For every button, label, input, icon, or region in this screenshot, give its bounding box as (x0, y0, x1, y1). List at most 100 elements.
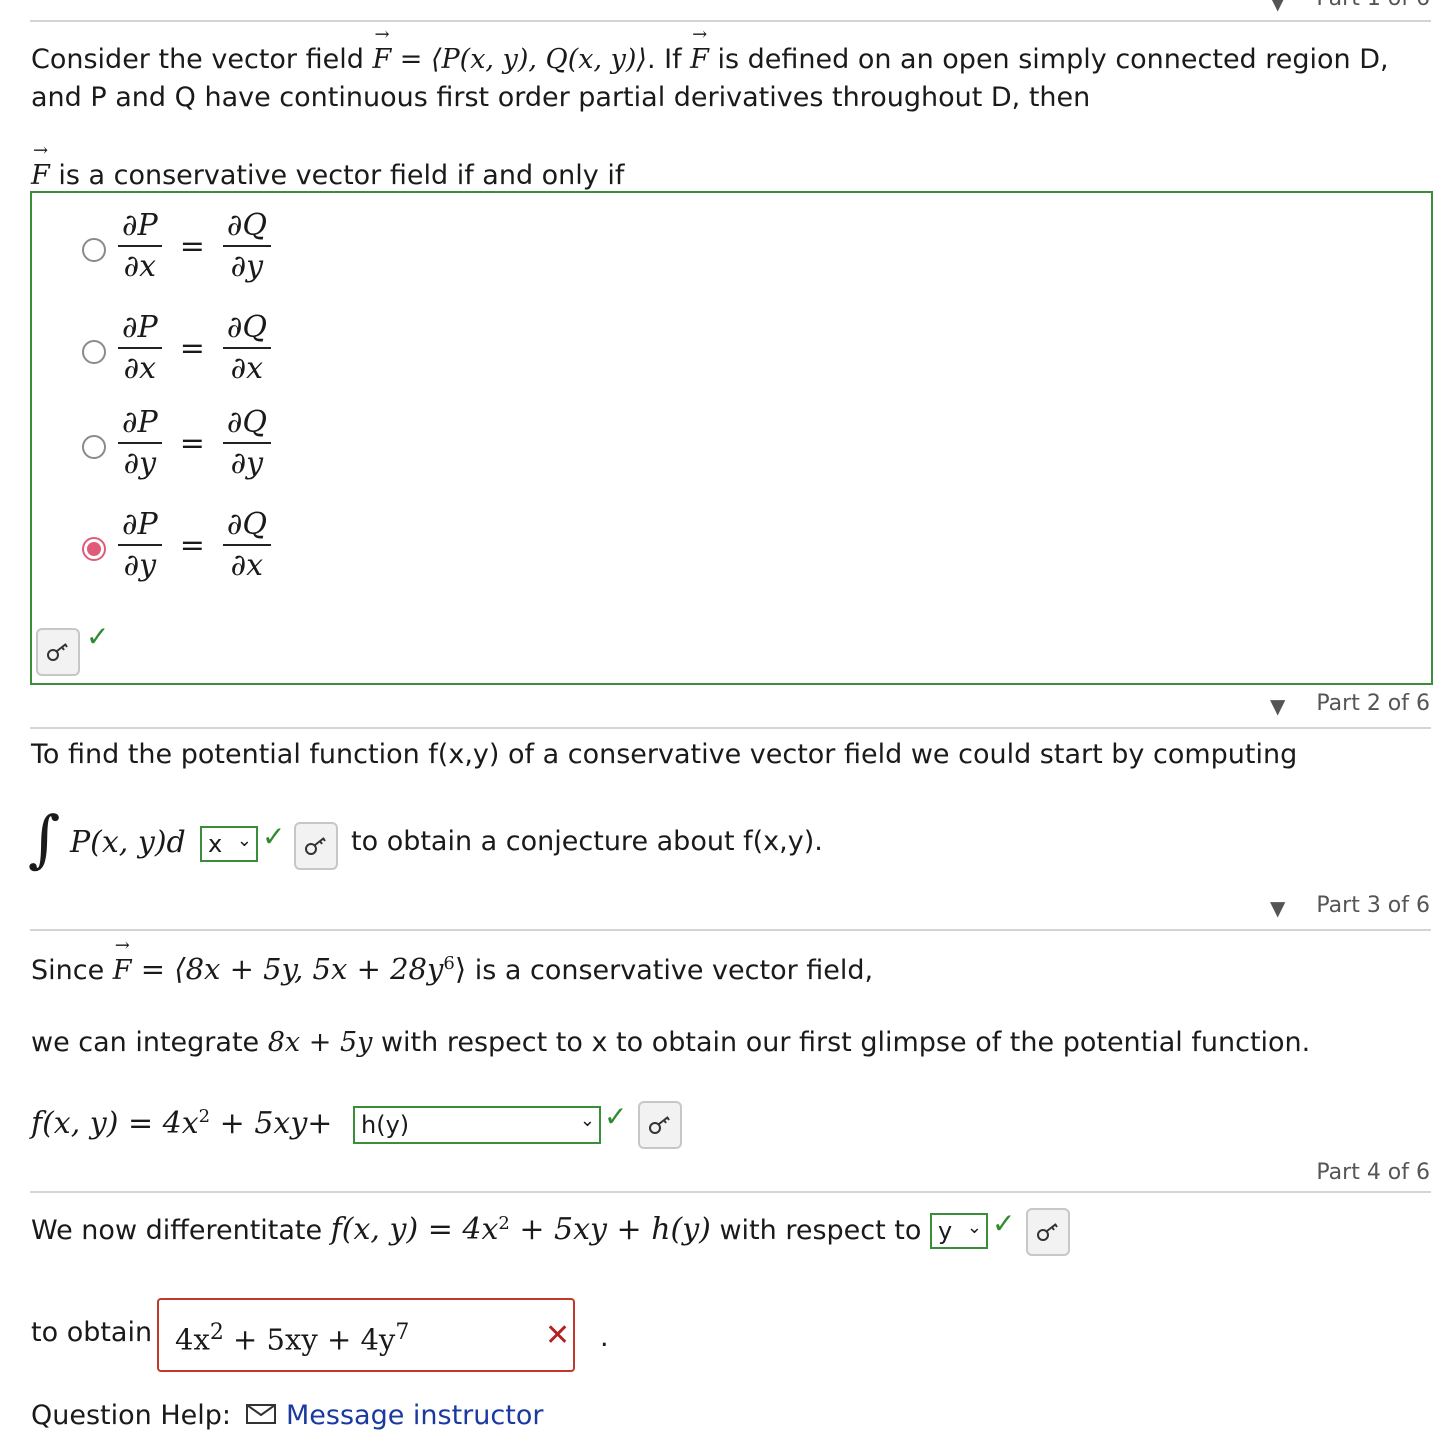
potential-function-expression: f(x, y) = 4x2 + 5xy+ (31, 1106, 332, 1141)
part-1-intro-line-2: and P and Q have continuous first order … (31, 82, 1091, 113)
answer-part: + 5xy + 4y (223, 1322, 396, 1357)
equals-sign: = (179, 330, 205, 366)
part-1-header: Part 1 of 6 (1316, 0, 1430, 11)
expr-part: + 5xy+ (210, 1106, 333, 1141)
option-3-radio[interactable] (82, 435, 106, 459)
line-text: we can integrate (31, 1027, 268, 1058)
exponent: 2 (498, 1213, 510, 1234)
divider (30, 727, 1431, 729)
check-icon: ✓ (992, 1207, 1016, 1240)
show-answer-key-button[interactable] (638, 1101, 682, 1149)
chevron-down-icon: ⌄ (966, 1217, 982, 1238)
vector-f: F (31, 140, 50, 191)
collapse-triangle-icon[interactable]: ▼ (1270, 694, 1285, 718)
fraction-numerator: ∂P (118, 405, 162, 444)
option-1-equation: ∂P ∂x = ∂Q ∂y (118, 208, 271, 284)
part-4-text: We now differentitate f(x, y) = 4x2 + 5x… (31, 1212, 921, 1247)
chevron-down-icon: ⌄ (579, 1110, 595, 1131)
incorrect-cross-icon: ✕ (545, 1318, 571, 1353)
condition-label: F is a conservative vector field if and … (31, 140, 624, 191)
show-answer-key-button[interactable] (1026, 1208, 1070, 1256)
fraction-denominator: ∂x (230, 351, 264, 386)
option-1-radio[interactable] (82, 238, 106, 262)
part-3-line-2: we can integrate 8x + 5y with respect to… (31, 1027, 1310, 1058)
intro-text: . If (646, 44, 691, 75)
check-icon: ✓ (262, 820, 286, 853)
integrand: P(x, y)d (70, 825, 186, 860)
field-expression: = ⟨P(x, y), Q(x, y)⟩ (391, 44, 647, 75)
fraction-denominator: ∂y (123, 548, 157, 583)
part-2-after-text: to obtain a conjecture about f(x,y). (351, 826, 823, 857)
part-4-header: Part 4 of 6 (1316, 1160, 1430, 1185)
vector-f: F (690, 24, 709, 75)
fraction-numerator: ∂Q (222, 405, 271, 444)
text-part: with respect to (710, 1215, 922, 1246)
part-3-since-line: Since F = ⟨8x + 5y, 5x + 28y6⟩ is a cons… (31, 935, 874, 986)
text-part: We now differentitate (31, 1215, 331, 1246)
option-4-radio[interactable] (82, 537, 106, 561)
fraction-denominator: ∂x (123, 351, 157, 386)
part-1-intro-line-1: Consider the vector field F = ⟨P(x, y), … (31, 24, 1389, 75)
part-2-header: Part 2 of 6 (1316, 691, 1430, 716)
collapse-triangle-icon[interactable]: ▼ (1270, 896, 1285, 920)
exponent: 2 (209, 1320, 224, 1345)
divider (30, 20, 1431, 22)
function-select-value: h(y) (361, 1111, 410, 1139)
key-icon (305, 837, 326, 855)
option-2-radio[interactable] (82, 340, 106, 364)
part-2-text: To find the potential function f(x,y) of… (31, 739, 1298, 770)
fraction-numerator: ∂Q (222, 208, 271, 247)
period: . (600, 1322, 609, 1353)
variable-select-value: y (938, 1217, 953, 1245)
show-answer-key-button[interactable] (294, 822, 338, 870)
integral-sign: ∫ (28, 802, 61, 875)
expr-part: + 5xy + h(y) (509, 1212, 711, 1247)
variable-select[interactable]: x ⌄ (200, 826, 258, 862)
since-after-text: is a conservative vector field, (466, 955, 874, 986)
fraction-denominator: ∂y (230, 249, 264, 284)
check-icon: ✓ (604, 1100, 628, 1133)
divider (30, 1191, 1431, 1193)
key-icon (1037, 1223, 1058, 1241)
equals-sign: = (179, 228, 205, 264)
function-select[interactable]: h(y) ⌄ (353, 1106, 601, 1144)
vector-f: F (113, 935, 132, 986)
fraction-numerator: ∂P (118, 208, 162, 247)
exponent: 2 (198, 1106, 211, 1127)
variable-select[interactable]: y ⌄ (930, 1213, 988, 1249)
bracket: ⟩ (454, 952, 467, 986)
fraction-denominator: ∂x (230, 548, 264, 583)
part-3-header: Part 3 of 6 (1316, 893, 1430, 918)
integrand-expression: 8x + 5y (267, 1027, 373, 1058)
exponent: 6 (443, 953, 455, 974)
fraction-denominator: ∂y (230, 446, 264, 481)
fraction-denominator: ∂y (123, 446, 157, 481)
equals-sign: = (179, 527, 205, 563)
expr-part: f(x, y) = 4x (330, 1212, 499, 1247)
collapse-triangle-icon[interactable]: ▼ (1270, 0, 1285, 14)
to-obtain-label: to obtain (31, 1317, 153, 1348)
key-icon (649, 1116, 670, 1134)
field-expression: = ⟨8x + 5y, 5x + 28y (131, 952, 444, 986)
answer-part: 4x (175, 1322, 210, 1357)
variable-select-value: x (208, 830, 223, 858)
option-2-equation: ∂P ∂x = ∂Q ∂x (118, 310, 271, 386)
check-icon: ✓ (86, 620, 110, 653)
chevron-down-icon: ⌄ (236, 830, 252, 851)
option-4-equation: ∂P ∂y = ∂Q ∂x (118, 507, 271, 583)
exponent: 7 (395, 1320, 410, 1345)
vector-f: F (372, 24, 391, 75)
answer-input[interactable]: 4x2 + 5xy + 4y7 ✕ (157, 1298, 575, 1372)
fraction-numerator: ∂P (118, 310, 162, 349)
intro-text: Consider the vector field (31, 44, 373, 75)
since-text: Since (31, 955, 113, 986)
expr-part: f(x, y) = 4x (31, 1106, 199, 1141)
show-answer-key-button[interactable] (36, 628, 80, 676)
fraction-numerator: ∂Q (222, 310, 271, 349)
fraction-numerator: ∂Q (222, 507, 271, 546)
fraction-numerator: ∂P (118, 507, 162, 546)
option-3-equation: ∂P ∂y = ∂Q ∂y (118, 405, 271, 481)
answer-value: 4x2 + 5xy + 4y7 (175, 1320, 409, 1357)
envelope-icon (246, 1404, 276, 1424)
key-icon (47, 643, 68, 661)
